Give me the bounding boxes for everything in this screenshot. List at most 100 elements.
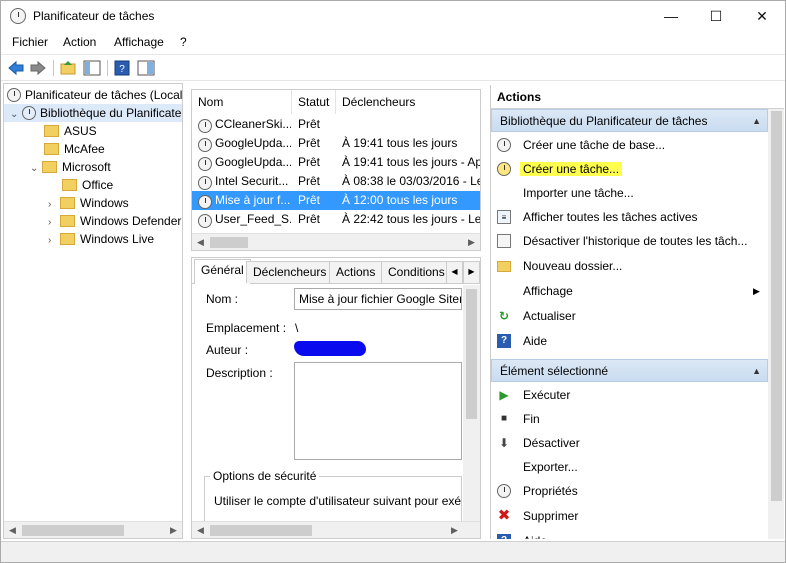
chevron-down-icon[interactable]: ⌄ <box>30 160 42 178</box>
task-row[interactable]: User_Feed_S... Prêt À 22:42 tous les jou… <box>192 210 480 229</box>
details-tabs: Général Déclencheurs Actions Conditions … <box>192 258 480 284</box>
clock-icon <box>10 8 26 24</box>
action-label: Nouveau dossier... <box>523 259 623 273</box>
delete-icon: ✖ <box>497 507 511 524</box>
action-new-folder[interactable]: Nouveau dossier... <box>491 255 768 277</box>
svg-text:?: ? <box>119 64 125 75</box>
show-action-pane-icon[interactable] <box>137 59 155 77</box>
column-header-triggers[interactable]: Déclencheurs <box>336 90 480 114</box>
actions-vertical-scrollbar[interactable] <box>768 109 784 539</box>
scrollbar-thumb[interactable] <box>210 525 312 536</box>
properties-icon <box>497 484 511 498</box>
tree-folder-windows-live[interactable]: › Windows Live <box>48 230 154 248</box>
menu-help[interactable]: ? <box>180 35 187 49</box>
action-disable-history[interactable]: Désactiver l'historique de toutes les tâ… <box>491 230 768 252</box>
action-export[interactable]: Exporter... <box>491 456 768 478</box>
tab-general[interactable]: Général <box>194 259 251 284</box>
chevron-down-icon[interactable]: ⌄ <box>10 106 22 124</box>
scrollbar-thumb[interactable] <box>771 111 782 501</box>
action-help[interactable]: ? Aide <box>491 330 768 352</box>
collapse-up-icon[interactable]: ▲ <box>752 110 761 133</box>
task-name: Mise à jour f... <box>215 193 291 207</box>
tasklist-horizontal-scrollbar[interactable]: ◀ ▶ <box>192 233 480 250</box>
title-bar: Planificateur de tâches — ☐ ✕ <box>1 1 785 31</box>
location-value: \ <box>295 321 299 335</box>
collapse-up-icon[interactable]: ▲ <box>752 360 761 383</box>
action-create-basic-task[interactable]: Créer une tâche de base... <box>491 134 768 156</box>
forward-arrow-icon[interactable] <box>29 59 47 77</box>
action-help-selected[interactable]: ? Aide <box>491 530 768 539</box>
tab-scroll-left-icon[interactable]: ◀ <box>446 261 463 283</box>
menu-affichage[interactable]: Affichage <box>114 35 164 49</box>
tab-triggers[interactable]: Déclencheurs <box>246 261 334 283</box>
task-row[interactable]: Intel Securit... Prêt À 08:38 le 03/03/2… <box>192 172 480 191</box>
action-properties[interactable]: Propriétés <box>491 480 768 502</box>
tree-root[interactable]: Planificateur de tâches (Local) <box>7 86 182 104</box>
tree-library[interactable]: ⌄ Bibliothèque du Planificateur de tâches <box>4 104 182 124</box>
location-label: Emplacement : <box>206 321 287 335</box>
task-scheduler-window: Planificateur de tâches — ☐ ✕ Fichier Ac… <box>0 0 786 563</box>
tree-folder-windows[interactable]: › Windows <box>48 194 129 212</box>
tree-folder-microsoft[interactable]: ⌄ Microsoft <box>30 158 111 176</box>
tree-folder-mcafee[interactable]: McAfee <box>44 140 105 158</box>
back-arrow-icon[interactable] <box>7 59 25 77</box>
clock-icon <box>198 157 212 171</box>
task-trigger: À 12:00 tous les jours <box>342 193 458 207</box>
action-disable[interactable]: ⬇ Désactiver <box>491 432 768 454</box>
action-show-running-tasks[interactable]: ≡ Afficher toutes les tâches actives <box>491 206 768 228</box>
scroll-right-icon[interactable]: ▶ <box>165 522 182 538</box>
scrollbar-thumb[interactable] <box>210 237 248 248</box>
close-button[interactable]: ✕ <box>739 1 785 31</box>
action-create-task[interactable]: Créer une tâche... <box>491 158 768 180</box>
tab-actions[interactable]: Actions <box>329 261 383 283</box>
scroll-left-icon[interactable]: ◀ <box>192 522 209 538</box>
column-header-status[interactable]: Statut <box>292 90 336 114</box>
menu-action[interactable]: Action <box>63 35 96 49</box>
action-view-menu[interactable]: Affichage ▶ <box>491 280 768 302</box>
action-run[interactable]: ▶ Exécuter <box>491 384 768 406</box>
scroll-right-icon[interactable]: ▶ <box>446 522 463 538</box>
tree-folder-windows-defender[interactable]: › Windows Defender <box>48 212 181 230</box>
clock-icon <box>198 119 212 133</box>
tab-conditions[interactable]: Conditions <box>381 261 452 283</box>
action-refresh[interactable]: ↻ Actualiser <box>491 305 768 327</box>
action-import-task[interactable]: Importer une tâche... <box>491 182 768 204</box>
tree-folder-office[interactable]: Office <box>62 176 113 194</box>
column-header-name[interactable]: Nom <box>192 90 292 114</box>
clock-icon <box>497 138 511 152</box>
up-folder-icon[interactable] <box>59 59 77 77</box>
task-row-selected[interactable]: Mise à jour f... Prêt À 12:00 tous les j… <box>192 191 480 210</box>
details-vertical-scrollbar[interactable] <box>463 285 480 521</box>
details-horizontal-scrollbar[interactable]: ◀ ▶ <box>192 521 480 538</box>
help-book-icon[interactable]: ? <box>113 59 131 77</box>
security-options-title: Options de sécurité <box>210 469 320 483</box>
show-hide-tree-icon[interactable] <box>83 59 101 77</box>
scroll-left-icon[interactable]: ◀ <box>192 234 209 250</box>
maximize-button[interactable]: ☐ <box>693 1 739 31</box>
section-selected-item-header[interactable]: Élément sélectionné ▲ <box>491 359 768 382</box>
tab-scroll-right-icon[interactable]: ▶ <box>463 261 480 283</box>
task-row[interactable]: CCleanerSki... Prêt <box>192 115 480 134</box>
action-label: Importer une tâche... <box>523 186 634 200</box>
scroll-right-icon[interactable]: ▶ <box>463 234 480 250</box>
tree-folder-asus[interactable]: ASUS <box>44 122 97 140</box>
menu-fichier[interactable]: Fichier <box>12 35 48 49</box>
minimize-button[interactable]: — <box>648 1 694 31</box>
security-account-text: Utiliser le compte d'utilisateur suivant… <box>214 494 462 508</box>
chevron-right-icon[interactable]: › <box>48 232 60 250</box>
action-delete[interactable]: ✖ Supprimer <box>491 505 768 527</box>
action-end[interactable]: ■ Fin <box>491 408 768 430</box>
name-field[interactable]: Mise à jour fichier Google Sitem <box>294 288 462 310</box>
task-row[interactable]: GoogleUpda... Prêt À 19:41 tous les jour… <box>192 134 480 153</box>
description-field[interactable] <box>294 362 462 460</box>
scrollbar-thumb[interactable] <box>22 525 124 536</box>
section-library-header[interactable]: Bibliothèque du Planificateur de tâches … <box>491 109 768 132</box>
task-status: Prêt <box>298 174 321 188</box>
task-row[interactable]: GoogleUpda... Prêt À 19:41 tous les jour… <box>192 153 480 172</box>
scrollbar-thumb[interactable] <box>466 289 477 419</box>
task-name: CCleanerSki... <box>215 117 291 131</box>
tree-horizontal-scrollbar[interactable]: ◀ ▶ <box>4 521 182 538</box>
task-name: Intel Securit... <box>215 174 289 188</box>
scroll-left-icon[interactable]: ◀ <box>4 522 21 538</box>
menu-bar: Fichier Action Affichage ? <box>1 31 785 53</box>
